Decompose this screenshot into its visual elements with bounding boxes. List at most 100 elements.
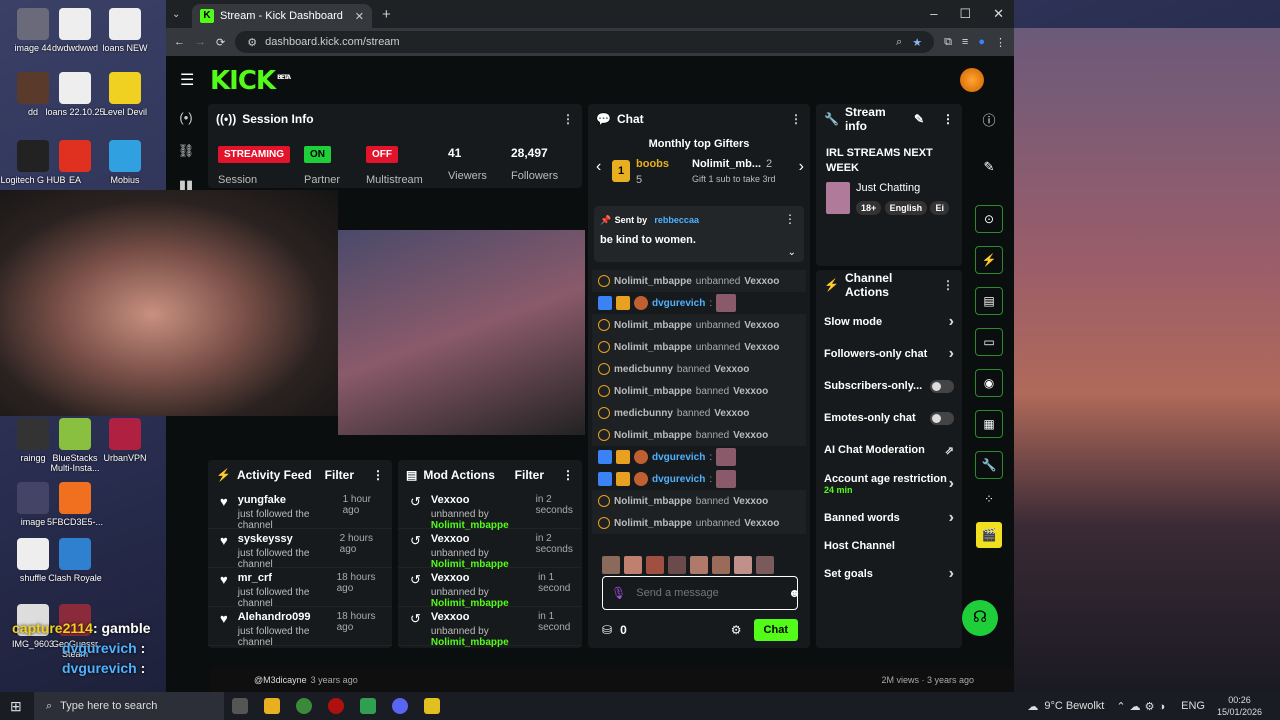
desktop-icon[interactable]: loans NEW: [92, 8, 158, 53]
profile-icon[interactable]: ●: [978, 36, 985, 48]
chat-user[interactable]: Nolimit_mbappe: [614, 386, 692, 397]
minimize-icon[interactable]: –: [930, 6, 937, 22]
notes-icon[interactable]: ▤: [975, 287, 1003, 315]
activity-user[interactable]: mr_crf: [238, 572, 327, 584]
tab-search-icon[interactable]: ⌄: [172, 9, 192, 20]
chat-send-button[interactable]: Chat: [753, 619, 798, 641]
browser-menu-icon[interactable]: ⋮: [995, 36, 1006, 49]
chat-target[interactable]: Vexxoo: [744, 342, 779, 353]
windows-start-icon[interactable]: ⊞: [10, 698, 22, 715]
mod-action-item[interactable]: ↺ Vexxoo unbanned by Nolimit_mbappe in 1 se…: [398, 568, 582, 609]
set-goals-row[interactable]: Set goals ›: [816, 558, 962, 590]
chat-message[interactable]: Nolimit_mbappe banned Vexxoo: [592, 424, 806, 446]
activity-item[interactable]: ♥ Alehandro099 just followed the channel 18…: [208, 607, 392, 648]
clapper-icon[interactable]: 🎬: [976, 522, 1002, 548]
mod-user[interactable]: Nolimit_mbappe: [431, 559, 509, 570]
gifter2-name[interactable]: Nolimit_mb...: [692, 158, 761, 170]
chat-user[interactable]: medicbunny: [614, 408, 673, 419]
chat-message[interactable]: Nolimit_mbappe banned Vexxoo: [592, 490, 806, 512]
chat-user[interactable]: Nolimit_mbappe: [614, 276, 692, 287]
mod-target[interactable]: Vexxoo: [431, 533, 526, 545]
taskbar-search[interactable]: ⌕ Type here to search: [34, 692, 224, 720]
chat-target[interactable]: Vexxoo: [733, 430, 768, 441]
tab-close-icon[interactable]: ✕: [355, 10, 364, 23]
mod-action-item[interactable]: ↺ Vexxoo unbanned by Nolimit_mbappe in 2 se…: [398, 529, 582, 570]
pencil-icon[interactable]: ✎: [972, 159, 1006, 175]
lightning-icon[interactable]: ⚡: [975, 246, 1003, 274]
followers-only-row[interactable]: Followers-only chat ›: [816, 338, 962, 370]
app-yellow-icon[interactable]: [424, 698, 440, 714]
app-green-icon[interactable]: [360, 698, 376, 714]
mod-filter-button[interactable]: Filter: [515, 468, 544, 482]
chat-message[interactable]: Nolimit_mbappe unbanned Vexxoo: [592, 314, 806, 336]
info-icon[interactable]: ⓘ: [972, 110, 1006, 129]
chat-message[interactable]: Nolimit_mbappe unbanned Vexxoo: [592, 512, 806, 534]
chat-user[interactable]: Nolimit_mbappe: [614, 496, 692, 507]
camera-icon[interactable]: ⊙: [975, 205, 1003, 233]
emote-icon[interactable]: [734, 556, 752, 574]
emote-icon[interactable]: [668, 556, 686, 574]
chat-message[interactable]: dvgurevich:: [592, 468, 806, 490]
mod-target[interactable]: Vexxoo: [431, 572, 528, 584]
weather-text[interactable]: 9°C Bewolkt: [1044, 700, 1104, 712]
stream-preview[interactable]: [338, 230, 585, 435]
gifters-next-icon[interactable]: ›: [799, 158, 804, 176]
chat-message[interactable]: dvgurevich:: [592, 446, 806, 468]
mod-action-item[interactable]: ↺ Vexxoo unbanned by Nolimit_mbappe in 1 se…: [398, 607, 582, 648]
dots-icon[interactable]: ⁘: [972, 492, 1006, 506]
activity-item[interactable]: ♥ mr_crf just followed the channel 18 hours…: [208, 568, 392, 609]
chat-user[interactable]: medicbunny: [614, 364, 673, 375]
activity-item[interactable]: ♥ syskeyssy just followed the channel 2 hou…: [208, 529, 392, 570]
media-icon[interactable]: ≡: [962, 36, 968, 48]
chat-user[interactable]: dvgurevich: [652, 474, 705, 485]
emote-icon[interactable]: [624, 556, 642, 574]
task-view-icon[interactable]: [232, 698, 248, 714]
account-age-row[interactable]: Account age restriction 24 min ›: [816, 466, 962, 502]
pinned-menu-icon[interactable]: ⋮: [784, 212, 796, 226]
emote-icon[interactable]: [712, 556, 730, 574]
gifter1-name[interactable]: boobs: [636, 158, 669, 170]
site-info-icon[interactable]: ⚙: [247, 36, 257, 49]
reload-icon[interactable]: ⟳: [216, 36, 225, 49]
file-explorer-icon[interactable]: [264, 698, 280, 714]
close-icon[interactable]: ✕: [993, 6, 1004, 22]
mod-user[interactable]: Nolimit_mbappe: [431, 598, 509, 609]
forward-icon[interactable]: →: [195, 36, 206, 48]
emote-icon[interactable]: [690, 556, 708, 574]
chat-message[interactable]: medicbunny banned Vexxoo: [592, 358, 806, 380]
subscribers-only-toggle[interactable]: [930, 379, 954, 393]
app-red-icon[interactable]: [328, 698, 344, 714]
emote-icon[interactable]: [646, 556, 664, 574]
mod-action-item[interactable]: ↺ Vexxoo unbanned by Nolimit_mbappe in 2 se…: [398, 490, 582, 531]
activity-user[interactable]: Alehandro099: [238, 611, 327, 623]
message-input-wrap[interactable]: 🎙 ☻: [602, 576, 801, 610]
desktop-icon[interactable]: Clash Royale: [42, 538, 108, 583]
back-icon[interactable]: ←: [174, 36, 185, 48]
stream-info-menu-icon[interactable]: ⋮: [942, 112, 954, 126]
desktop-icon[interactable]: 5FBCD3E5-...: [42, 482, 108, 527]
activity-item[interactable]: ♥ yungfake just followed the channel 1 hour…: [208, 490, 392, 531]
pinned-expand-icon[interactable]: ⌄: [788, 247, 796, 258]
chat-settings-icon[interactable]: ⚙: [731, 623, 742, 637]
activity-menu-icon[interactable]: ⋮: [372, 468, 384, 482]
chat-user[interactable]: Nolimit_mbappe: [614, 518, 692, 529]
chat-message[interactable]: dvgurevich:: [592, 292, 806, 314]
emote-icon[interactable]: [602, 556, 620, 574]
category-name[interactable]: Just Chatting: [856, 182, 949, 194]
tray-icons[interactable]: ⌃☁⚙◑: [1116, 700, 1169, 713]
language-indicator[interactable]: ENG: [1181, 700, 1205, 712]
clock[interactable]: 00:26 15/01/2026: [1217, 694, 1262, 718]
session-menu-icon[interactable]: ⋮: [562, 112, 574, 126]
desktop-icon[interactable]: Level Devil: [92, 72, 158, 117]
chrome-icon[interactable]: [296, 698, 312, 714]
url-field[interactable]: ⚙ dashboard.kick.com/stream ⌕ ★: [235, 31, 935, 53]
banned-words-row[interactable]: Banned words ›: [816, 502, 962, 534]
activity-filter-button[interactable]: Filter: [325, 468, 354, 482]
kick-logo[interactable]: KICK BETA: [210, 66, 291, 96]
emoji-icon[interactable]: ☻: [788, 586, 801, 600]
emote-icon[interactable]: [756, 556, 774, 574]
chat-target[interactable]: Vexxoo: [714, 364, 749, 375]
mod-user[interactable]: Nolimit_mbappe: [431, 637, 509, 648]
chat-user[interactable]: Nolimit_mbappe: [614, 342, 692, 353]
mod-menu-icon[interactable]: ⋮: [562, 468, 574, 482]
